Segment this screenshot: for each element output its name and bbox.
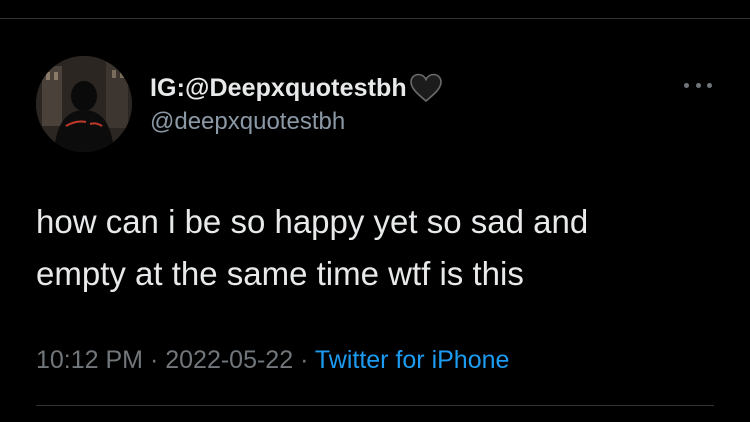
- meta-separator: ·: [143, 346, 166, 374]
- tweet-metadata: 10:12 PM · 2022-05-22 · Twitter for iPho…: [36, 346, 509, 375]
- avatar[interactable]: [36, 56, 132, 152]
- more-dot: [684, 82, 689, 88]
- more-dot: [695, 82, 701, 88]
- tweet-text-line: how can i be so happy yet so sad and: [36, 203, 589, 240]
- display-name[interactable]: IG:@Deepxquotestbh: [150, 74, 407, 103]
- meta-separator: ·: [293, 346, 315, 374]
- more-options-icon[interactable]: [684, 80, 712, 90]
- display-name-row[interactable]: IG:@Deepxquotestbh: [150, 72, 443, 104]
- tweet-text-line: empty at the same time wtf is this: [36, 255, 524, 292]
- tweet: IG:@Deepxquotestbh @deepxquotestbh how c…: [0, 0, 750, 422]
- tweet-text: how can i be so happy yet so sad and emp…: [36, 196, 726, 300]
- avatar-image: [36, 56, 132, 152]
- user-handle[interactable]: @deepxquotestbh: [150, 108, 443, 136]
- author-names: IG:@Deepxquotestbh @deepxquotestbh: [150, 72, 443, 136]
- tweet-source-link[interactable]: Twitter for iPhone: [315, 346, 510, 374]
- tweet-header: IG:@Deepxquotestbh @deepxquotestbh: [36, 56, 716, 152]
- tweet-time[interactable]: 10:12 PM: [36, 346, 143, 374]
- tweet-date[interactable]: 2022-05-22: [165, 346, 293, 374]
- black-heart-icon: [409, 73, 443, 103]
- bottom-divider: [36, 405, 714, 406]
- more-dot: [707, 82, 712, 88]
